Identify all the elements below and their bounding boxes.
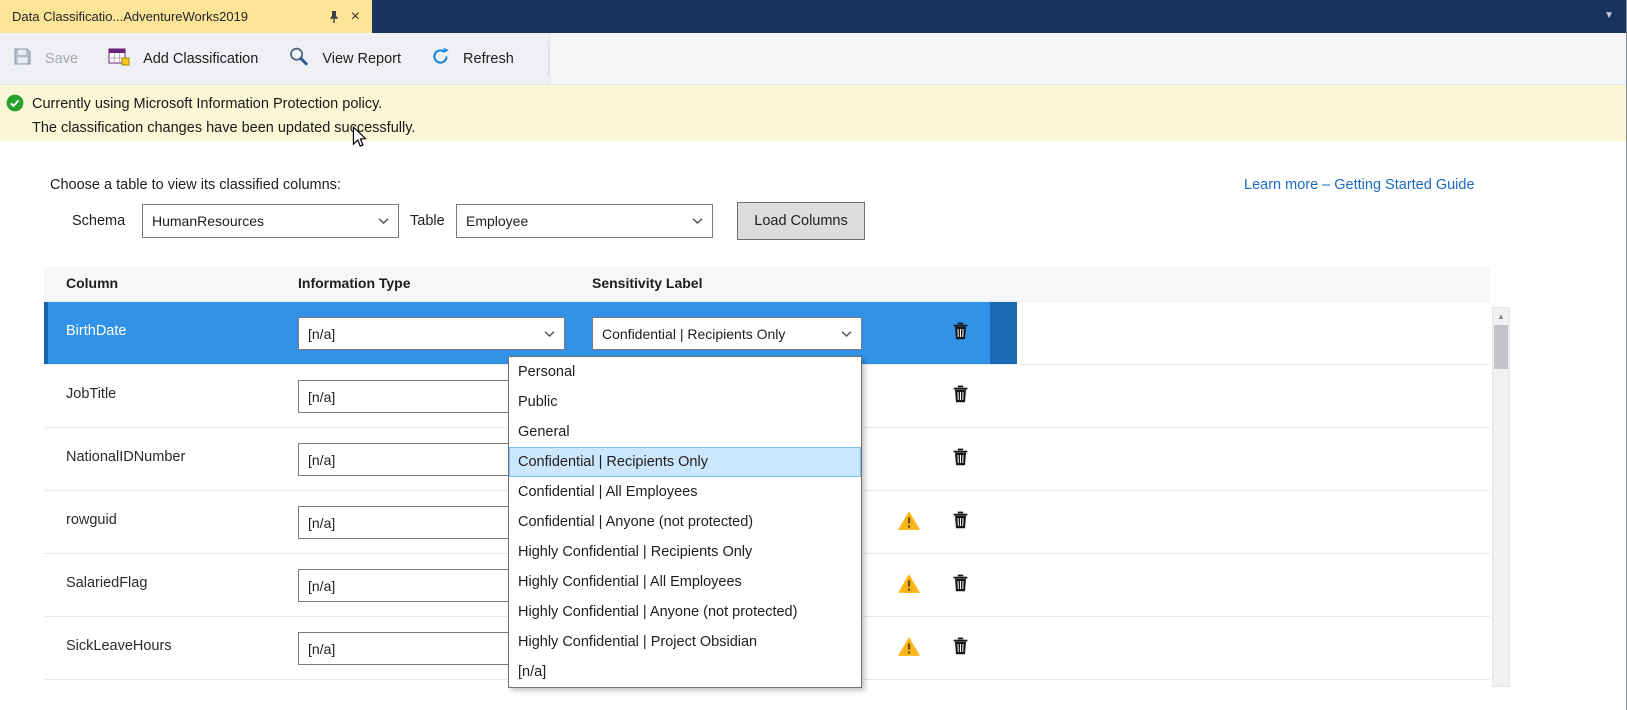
grid-scrollbar[interactable]: ▲ — [1492, 307, 1510, 687]
save-icon — [13, 47, 32, 70]
view-report-button[interactable]: View Report — [288, 46, 401, 71]
save-label: Save — [45, 51, 78, 67]
dropdown-option[interactable]: Highly Confidential | Recipients Only — [509, 537, 861, 567]
delete-classification-button[interactable] — [953, 385, 968, 408]
delete-classification-button[interactable] — [953, 637, 968, 660]
chevron-down-icon — [538, 331, 555, 337]
sensitivity-label-value: Confidential | Recipients Only — [602, 326, 785, 342]
document-tab-title: Data Classificatio...AdventureWorks2019 — [12, 9, 319, 24]
success-check-icon — [6, 94, 24, 120]
refresh-label: Refresh — [463, 51, 514, 67]
close-icon[interactable]: × — [349, 9, 362, 25]
view-report-label: View Report — [322, 51, 401, 67]
chevron-down-icon — [686, 218, 703, 224]
dropdown-option[interactable]: Highly Confidential | Anyone (not protec… — [509, 597, 861, 627]
information-type-value: [n/a] — [308, 452, 335, 468]
delete-classification-button[interactable] — [953, 574, 968, 597]
dropdown-option[interactable]: [n/a] — [509, 657, 861, 687]
dropdown-option[interactable]: General — [509, 417, 861, 447]
warning-icon — [897, 510, 921, 536]
scrollbar-up-icon[interactable]: ▲ — [1493, 308, 1509, 324]
magnifier-icon — [288, 46, 309, 71]
chevron-down-icon — [372, 218, 389, 224]
add-classification-button[interactable]: Add Classification — [108, 47, 258, 70]
load-columns-button[interactable]: Load Columns — [737, 202, 865, 240]
refresh-icon — [431, 47, 450, 70]
schema-label: Schema — [72, 213, 125, 229]
table-value: Employee — [466, 213, 528, 229]
information-type-value: [n/a] — [308, 641, 335, 657]
document-tab[interactable]: Data Classificatio...AdventureWorks2019 … — [0, 0, 372, 33]
selection-highlight-end — [990, 302, 1017, 364]
information-type-value: [n/a] — [308, 326, 335, 342]
tab-list-dropdown-icon[interactable]: ▼ — [1604, 10, 1614, 21]
delete-classification-button[interactable] — [953, 448, 968, 471]
dropdown-option[interactable]: Personal — [509, 357, 861, 387]
grid-header: Column Information Type Sensitivity Labe… — [44, 267, 1490, 302]
column-name: JobTitle — [66, 386, 116, 402]
dropdown-option[interactable]: Highly Confidential | Project Obsidian — [509, 627, 861, 657]
delete-classification-button[interactable] — [953, 511, 968, 534]
dropdown-option[interactable]: Confidential | All Employees — [509, 477, 861, 507]
learn-more-link[interactable]: Learn more – Getting Started Guide — [1244, 177, 1475, 193]
add-classification-icon — [108, 47, 130, 70]
choose-table-label: Choose a table to view its classified co… — [50, 177, 341, 193]
toolbar: Save Add Classification View Report — [0, 33, 1626, 85]
header-information-type: Information Type — [298, 275, 411, 291]
warning-icon — [897, 573, 921, 599]
column-name: SickLeaveHours — [66, 638, 172, 654]
toolbar-spacer — [549, 33, 1626, 84]
warning-icon — [897, 636, 921, 662]
add-classification-label: Add Classification — [143, 51, 258, 67]
column-name: NationalIDNumber — [66, 449, 185, 465]
header-sensitivity-label: Sensitivity Label — [592, 275, 702, 291]
scrollbar-thumb[interactable] — [1494, 325, 1508, 369]
information-type-value: [n/a] — [308, 515, 335, 531]
pin-icon[interactable] — [328, 10, 340, 24]
document-tab-strip: Data Classificatio...AdventureWorks2019 … — [0, 0, 1626, 33]
table-label: Table — [410, 213, 445, 229]
status-notice: Currently using Microsoft Information Pr… — [0, 85, 1626, 141]
schema-select[interactable]: HumanResources — [142, 204, 399, 238]
column-name: BirthDate — [66, 323, 126, 339]
column-name: SalariedFlag — [66, 575, 147, 591]
dropdown-option-selected[interactable]: Confidential | Recipients Only — [509, 447, 861, 477]
header-column: Column — [66, 275, 118, 291]
information-type-value: [n/a] — [308, 578, 335, 594]
table-select[interactable]: Employee — [456, 204, 713, 238]
save-button[interactable]: Save — [13, 47, 78, 70]
delete-classification-button[interactable] — [953, 322, 968, 345]
sensitivity-label-select[interactable]: Confidential | Recipients Only — [592, 317, 862, 350]
dropdown-option[interactable]: Public — [509, 387, 861, 417]
refresh-button[interactable]: Refresh — [431, 47, 514, 70]
load-columns-label: Load Columns — [754, 213, 848, 229]
mouse-cursor — [352, 126, 367, 154]
schema-value: HumanResources — [152, 213, 264, 229]
notice-line-1: Currently using Microsoft Information Pr… — [32, 92, 1616, 116]
data-classification-window: Data Classificatio...AdventureWorks2019 … — [0, 0, 1627, 710]
information-type-value: [n/a] — [308, 389, 335, 405]
dropdown-option[interactable]: Highly Confidential | All Employees — [509, 567, 861, 597]
notice-line-2: The classification changes have been upd… — [32, 116, 1616, 140]
dropdown-option[interactable]: Confidential | Anyone (not protected) — [509, 507, 861, 537]
information-type-select[interactable]: [n/a] — [298, 317, 565, 350]
column-name: rowguid — [66, 512, 117, 528]
chevron-down-icon — [835, 331, 852, 337]
sensitivity-dropdown-popup: Personal Public General Confidential | R… — [508, 356, 862, 688]
